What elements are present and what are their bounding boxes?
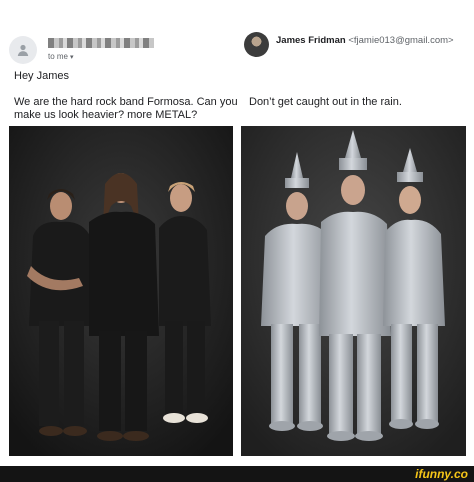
reply-message: Don’t get caught out in the rain. xyxy=(249,96,402,108)
reply-sender-email: <fjamie013@gmail.com> xyxy=(348,35,454,46)
person-icon xyxy=(17,44,29,56)
recipient-toggle[interactable]: to me ▾ xyxy=(48,52,74,61)
original-band-photo xyxy=(9,126,233,456)
watermark-bar: ifunny.co xyxy=(0,466,474,482)
redacted-sender-name xyxy=(48,38,154,48)
chevron-down-icon: ▾ xyxy=(70,54,74,61)
recipient-label: to me xyxy=(48,52,69,61)
band-photo-icon xyxy=(9,126,233,456)
edited-tin-man-photo xyxy=(241,126,466,456)
reply-sender-avatar[interactable] xyxy=(244,32,269,57)
ifunny-watermark[interactable]: ifunny.co xyxy=(415,466,468,482)
tin-man-costume-photo-icon xyxy=(241,126,466,456)
meme-page: to me ▾ Hey James We are the hard rock ba… xyxy=(0,0,474,482)
request-message: We are the hard rock band Formosa. Can y… xyxy=(14,96,238,121)
reply-sender-name: James Fridman xyxy=(276,35,346,46)
reply-sender: James Fridman <fjamie013@gmail.com> xyxy=(276,35,454,46)
email-greeting: Hey James xyxy=(14,70,70,82)
sender-avatar[interactable] xyxy=(9,36,37,64)
